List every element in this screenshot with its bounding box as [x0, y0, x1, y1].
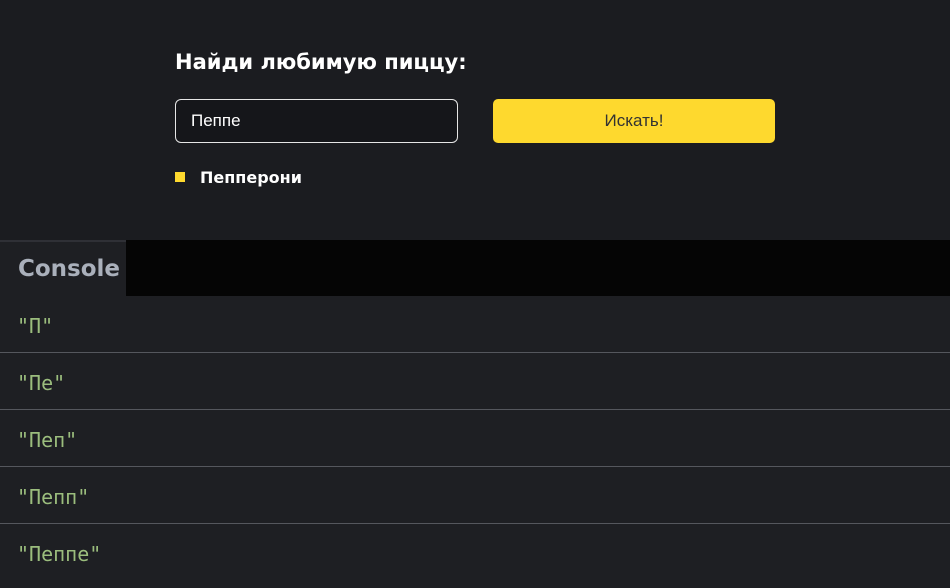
console-log: "П" "Пе" "Пеп" "Пепп" "Пеппе": [0, 296, 950, 580]
console-line: "П": [0, 296, 950, 353]
console-line: "Пе": [0, 353, 950, 410]
console-line: "Пеп": [0, 410, 950, 467]
square-bullet-icon: [175, 172, 185, 182]
console-line: "Пепп": [0, 467, 950, 524]
search-button[interactable]: Искать!: [493, 99, 775, 143]
search-input[interactable]: [175, 99, 458, 143]
console-line: "Пеппе": [17, 542, 102, 566]
page-title: Найди любимую пиццу:: [175, 50, 467, 74]
result-label: Пепперони: [200, 167, 302, 187]
console-header: Console: [0, 240, 950, 296]
results-list: Пепперони: [175, 165, 302, 189]
tab-console[interactable]: Console: [0, 240, 126, 296]
list-item: Пепперони: [175, 165, 302, 189]
pizza-search-app: Найди любимую пиццу: Искать! Пепперони: [0, 0, 950, 240]
console-panel: Console "П" "Пе" "Пеп" "Пепп" "Пеппе": [0, 240, 950, 588]
